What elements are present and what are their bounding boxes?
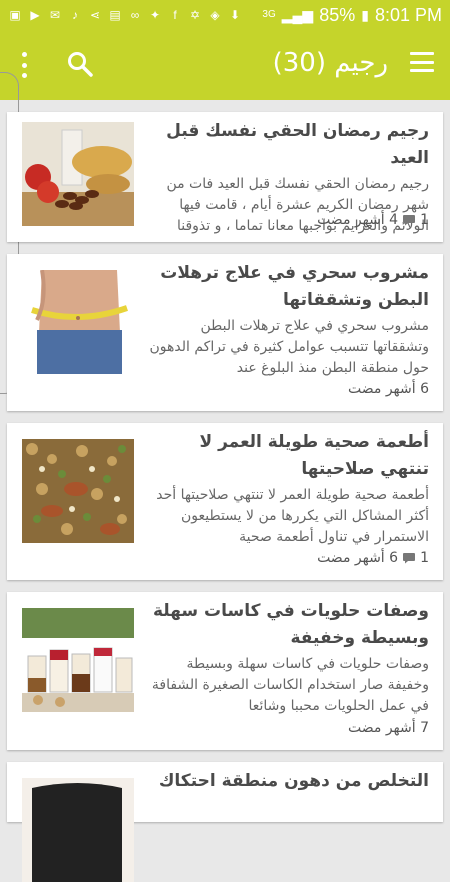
more-vertical-icon[interactable] — [20, 52, 28, 78]
star-icon: ✡ — [189, 8, 201, 22]
battery-level: 85% — [319, 4, 356, 25]
article-title[interactable]: التخلص من دهون منطقة احتكاك — [147, 768, 429, 795]
list-item[interactable]: أطعمة صحية طويلة العمر لا تنتهي صلاحيتها… — [7, 423, 443, 580]
clock: 8:01 PM — [374, 4, 442, 25]
app2-icon: ◈ — [210, 8, 220, 22]
bell-icon: ♪ — [72, 8, 78, 22]
comment-bubble-icon — [403, 215, 416, 226]
comment-count: 1 — [420, 550, 429, 566]
article-age: 4 أشهر مضت — [317, 212, 399, 228]
download-icon: ⬇ — [229, 8, 241, 22]
battery-icon: ▮ — [361, 6, 369, 23]
article-excerpt: مشروب سحري في علاج ترهلات البطن وتشققاته… — [149, 318, 429, 376]
article-title[interactable]: رجيم رمضان الحقي نفسك قبل العيد — [147, 118, 429, 172]
image-icon: ▣ — [9, 8, 21, 22]
article-age: 6 أشهر مضت — [347, 381, 429, 397]
article-image — [22, 778, 134, 882]
article-excerpt: وصفات حلويات في كاسات سهلة وبسيطة وخفيفة… — [151, 656, 429, 714]
article-meta: 1 6 أشهر مضت — [317, 550, 429, 566]
network-type: 3G — [262, 9, 276, 20]
list-item[interactable]: التخلص من دهون منطقة احتكاك — [7, 762, 443, 882]
hamburger-icon[interactable] — [410, 52, 434, 72]
article-age: 6 أشهر مضت — [317, 550, 399, 566]
article-meta: 1 4 أشهر مضت — [317, 212, 429, 228]
search-icon[interactable] — [66, 50, 94, 78]
status-bar: ▣ ▶ ✉ ♪ ⋖ ▤ ∞ ✦ f ✡ ◈ ⬇ 3G ▂▄▆ 85% ▮ 8:0… — [0, 0, 450, 30]
list-item[interactable]: وصفات حلويات في كاسات سهلة وبسيطة وخفيفة… — [7, 592, 443, 750]
comment-bubble-icon — [403, 553, 416, 564]
list-item[interactable]: رجيم رمضان الحقي نفسك قبل العيد رجيم رمض… — [7, 112, 443, 242]
article-age: 7 أشهر مضت — [347, 720, 429, 736]
article-title[interactable]: أطعمة صحية طويلة العمر لا تنتهي صلاحيتها — [147, 429, 429, 483]
article-text: التخلص من دهون منطقة احتكاك — [147, 768, 429, 795]
app-icon: ▤ — [109, 8, 121, 22]
article-meta: 6 أشهر مضت — [348, 381, 429, 397]
page-title: رجيم (30) — [272, 48, 388, 78]
mail-icon: ✉ — [49, 8, 61, 22]
list-item[interactable]: مشروب سحري في علاج ترهلات البطن وتشققاته… — [7, 254, 443, 411]
article-image — [22, 122, 134, 226]
app-bar: رجيم (30) — [0, 30, 450, 100]
article-text: وصفات حلويات في كاسات سهلة وبسيطة وخفيفة… — [147, 598, 429, 717]
twitter-icon: ✦ — [149, 8, 161, 22]
article-image — [22, 439, 134, 543]
voicemail-icon: ∞ — [130, 8, 140, 22]
article-title[interactable]: مشروب سحري في علاج ترهلات البطن وتشققاته… — [147, 260, 429, 314]
article-title[interactable]: وصفات حلويات في كاسات سهلة وبسيطة وخفيفة — [147, 598, 429, 652]
article-image — [22, 608, 134, 712]
notification-icons: ▣ ▶ ✉ ♪ ⋖ ▤ ∞ ✦ f ✡ ◈ ⬇ — [8, 8, 242, 22]
article-excerpt: أطعمة صحية طويلة العمر لا تنتهي صلاحيتها… — [156, 487, 429, 545]
article-image — [22, 270, 134, 374]
share-icon: ⋖ — [89, 8, 101, 22]
signal-icon: ▂▄▆ — [281, 6, 314, 23]
comment-count: 1 — [420, 212, 429, 228]
youtube-icon: ▶ — [30, 8, 40, 22]
article-text: أطعمة صحية طويلة العمر لا تنتهي صلاحيتها… — [147, 429, 429, 548]
article-text: مشروب سحري في علاج ترهلات البطن وتشققاته… — [147, 260, 429, 379]
fb-icon: f — [173, 8, 177, 22]
article-meta: 7 أشهر مضت — [348, 720, 429, 736]
